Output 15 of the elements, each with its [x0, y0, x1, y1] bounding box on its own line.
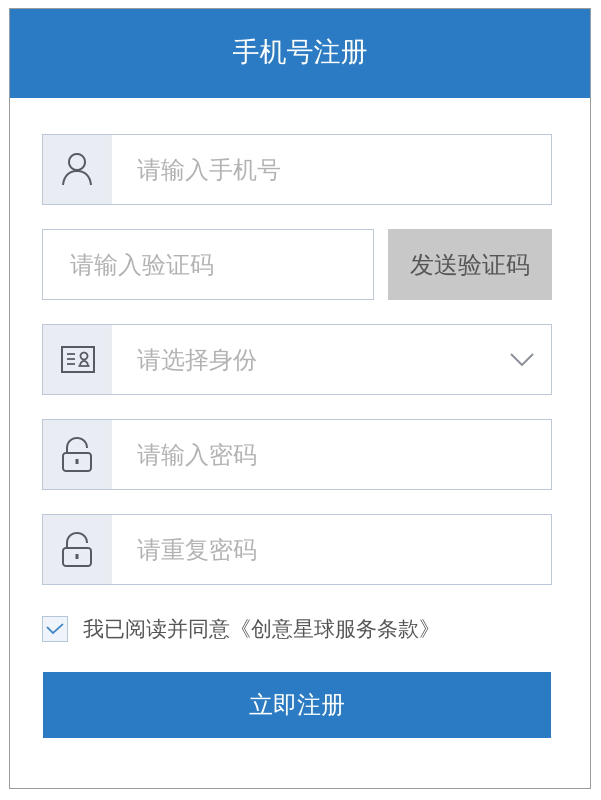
id-card-icon: [42, 324, 112, 395]
password-input[interactable]: 请输入密码: [112, 419, 552, 490]
password-input[interactable]: 请重复密码: [112, 514, 552, 585]
verification-code-input[interactable]: 请输入验证码: [42, 229, 374, 300]
agreement-checkbox[interactable]: [42, 616, 68, 642]
agreement-text: 我已阅读并同意《创意星球服务条款》: [83, 616, 440, 643]
checkmark-icon: [46, 623, 64, 635]
send-code-button[interactable]: 发送验证码: [388, 229, 552, 300]
user-icon: [42, 134, 112, 205]
phone-input[interactable]: 请输入手机号: [112, 134, 552, 205]
lock-icon: [42, 514, 112, 585]
lock-icon: [42, 419, 112, 490]
register-button[interactable]: 立即注册: [43, 672, 551, 738]
chevron-down-icon: [510, 352, 534, 366]
page-title: 手机号注册: [232, 37, 368, 70]
